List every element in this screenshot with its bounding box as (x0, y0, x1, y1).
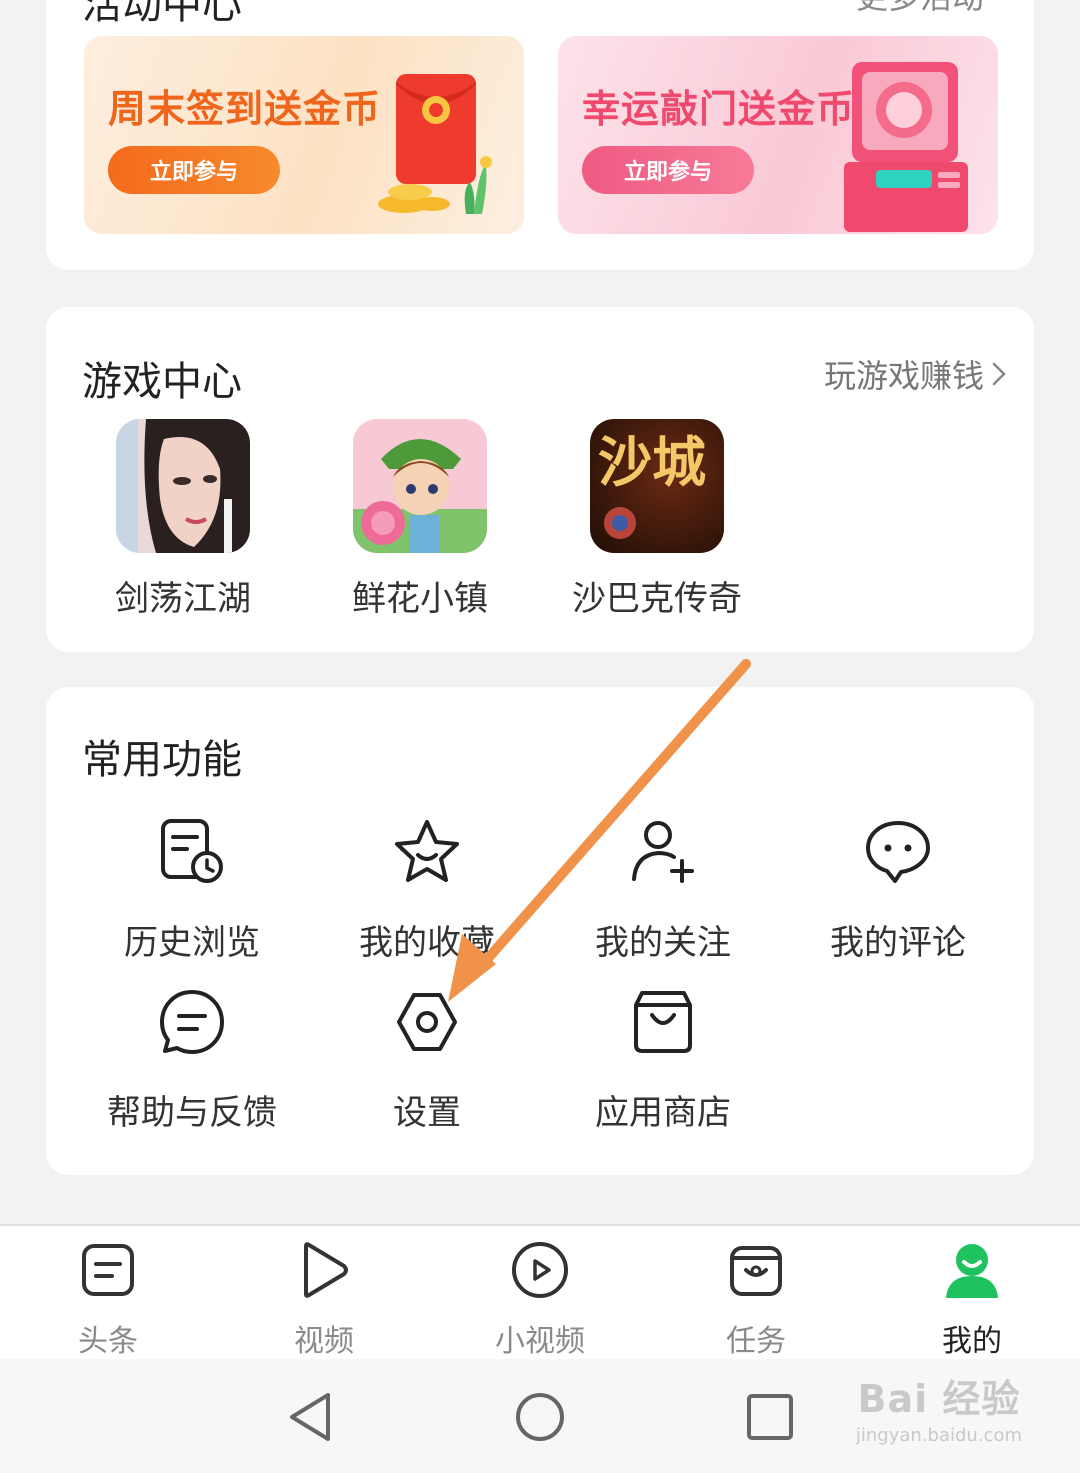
settings-icon (397, 993, 457, 1051)
news-icon (82, 1244, 134, 1296)
home-icon[interactable] (510, 1387, 570, 1447)
profile-icon (946, 1244, 998, 1298)
play-icon (304, 1242, 348, 1298)
fn-label: 我的评论 (830, 923, 966, 963)
nav-label: 头条 (78, 1324, 138, 1359)
nav-item-news[interactable]: 头条 (28, 1240, 188, 1360)
comments-button[interactable]: 我的评论 (783, 817, 1013, 964)
history-icon (161, 819, 223, 883)
chevron-right-icon (992, 362, 1006, 386)
fn-label: 我的关注 (595, 923, 731, 963)
game-item-shabake[interactable]: 沙城 沙巴克传奇 (557, 419, 757, 620)
weekend-checkin-banner[interactable]: 周末签到送金币 立即参与 (84, 36, 524, 234)
nav-label: 我的 (942, 1324, 1002, 1359)
game-item-xianhua[interactable]: 鲜花小镇 (320, 419, 520, 620)
recents-icon[interactable] (740, 1387, 800, 1447)
game-icon (116, 419, 250, 553)
fn-label: 历史浏览 (124, 923, 260, 963)
nav-label: 任务 (726, 1324, 786, 1359)
lucky-knock-banner[interactable]: 幸运敲门送金币 立即参与 (558, 36, 998, 234)
game-center-title: 游戏中心 (82, 359, 242, 405)
nav-item-video[interactable]: 视频 (244, 1240, 404, 1360)
game-name: 沙巴克传奇 (572, 579, 742, 619)
join-button[interactable]: 立即参与 (108, 146, 280, 194)
settings-button[interactable]: 设置 (312, 987, 542, 1134)
watermark-sub: jingyan.baidu.com (855, 1425, 1022, 1446)
back-icon[interactable] (280, 1387, 340, 1447)
activity-card: 活动中心 更多活动 周末签到送金币 立即参与 幸运敲门送金币 立即参与 (46, 0, 1034, 270)
game-item-jiandang[interactable]: 剑荡江湖 (83, 419, 283, 620)
circle-play-icon (512, 1242, 568, 1298)
watermark-main: Bai 经验 (857, 1377, 1021, 1421)
game-center-card: 游戏中心 玩游戏赚钱 剑荡江湖 鲜花小镇 沙城 沙巴克传奇 (46, 307, 1034, 652)
star-icon (395, 820, 459, 882)
help-feedback-button[interactable]: 帮助与反馈 (77, 987, 307, 1134)
common-functions-card: 常用功能 历史浏览 我的收藏 我的关注 我的评论 帮助与反馈 设置 应用商店 (46, 687, 1034, 1175)
comment-icon (866, 821, 930, 883)
earn-by-playing-label: 玩游戏赚钱 (823, 357, 984, 395)
activity-title: 活动中心 (82, 0, 242, 28)
history-button[interactable]: 历史浏览 (77, 817, 307, 964)
app-store-button[interactable]: 应用商店 (548, 987, 778, 1134)
join-button[interactable]: 立即参与 (582, 146, 754, 194)
banner-title: 周末签到送金币 (108, 87, 382, 131)
add-user-icon (632, 821, 694, 883)
nav-label: 视频 (294, 1324, 354, 1359)
nav-item-me[interactable]: 我的 (892, 1240, 1052, 1360)
earn-by-playing-link[interactable]: 玩游戏赚钱 (824, 351, 1006, 397)
nav-label: 小视频 (495, 1324, 585, 1359)
bottom-nav-bar: 头条 视频 小视频 任务 我的 (0, 1224, 1080, 1359)
svg-text:沙城: 沙城 (598, 430, 706, 494)
game-name: 剑荡江湖 (115, 579, 251, 619)
fn-label: 帮助与反馈 (107, 1093, 277, 1133)
fn-label: 应用商店 (595, 1093, 731, 1133)
lucky-machine-icon (844, 62, 968, 232)
fn-label: 我的收藏 (359, 923, 495, 963)
nav-item-tasks[interactable]: 任务 (676, 1240, 836, 1360)
help-feedback-icon (160, 990, 224, 1054)
baidu-watermark: Bai 经验 jingyan.baidu.com (856, 1368, 1022, 1446)
task-icon (730, 1246, 782, 1296)
banner-title: 幸运敲门送金币 (582, 87, 856, 131)
favorites-button[interactable]: 我的收藏 (312, 817, 542, 964)
common-functions-title: 常用功能 (82, 737, 242, 783)
game-icon (353, 419, 487, 553)
game-icon: 沙城 (590, 419, 724, 553)
shopping-bag-icon (634, 991, 692, 1053)
following-button[interactable]: 我的关注 (548, 817, 778, 964)
fn-label: 设置 (393, 1093, 461, 1133)
activity-more-link[interactable]: 更多活动 (856, 0, 984, 18)
nav-item-short-video[interactable]: 小视频 (460, 1240, 620, 1360)
red-envelope-icon (378, 74, 492, 214)
game-name: 鲜花小镇 (352, 579, 488, 619)
